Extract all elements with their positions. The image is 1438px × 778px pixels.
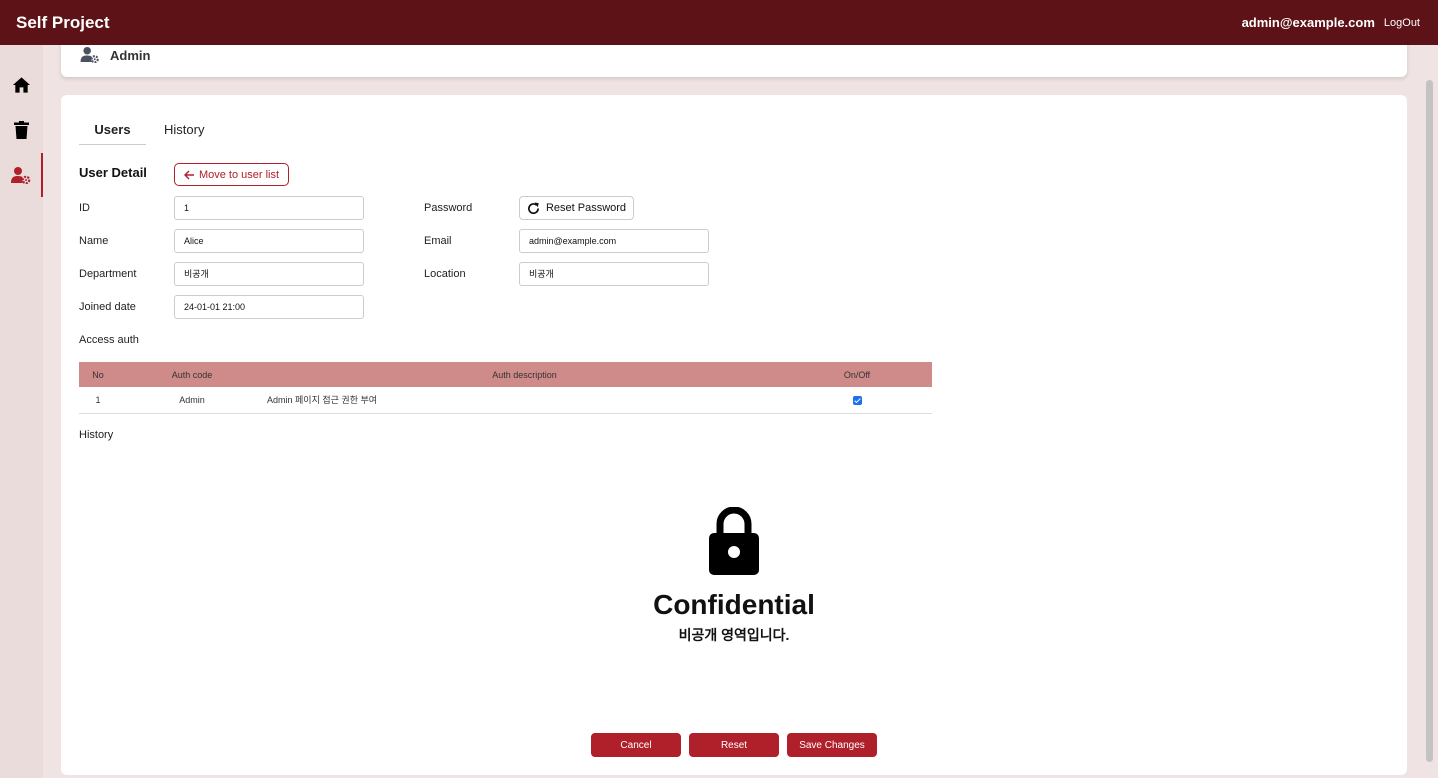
column-header-on-off: On/Off: [782, 362, 932, 387]
reset-button[interactable]: Reset: [689, 733, 779, 757]
tab-users[interactable]: Users: [79, 121, 146, 145]
confidential-subtitle: 비공개 영역입니다.: [678, 627, 790, 643]
refresh-icon: [528, 201, 539, 214]
user-detail-title: User Detail: [79, 165, 147, 180]
cell-auth-code: Admin: [117, 387, 267, 414]
user-email: admin@example.com: [1241, 15, 1375, 30]
cancel-button[interactable]: Cancel: [591, 733, 681, 757]
move-to-user-list-button[interactable]: Move to user list: [174, 163, 289, 186]
password-label: Password: [424, 202, 473, 214]
confidential-title: Confidential: [653, 589, 815, 620]
name-field[interactable]: Alice: [174, 229, 364, 253]
history-title: History: [79, 429, 114, 441]
cell-no: 1: [79, 387, 117, 414]
page-scrollbar[interactable]: [1424, 78, 1434, 764]
department-field[interactable]: 비공개: [174, 262, 364, 286]
reset-password-button[interactable]: Reset Password: [519, 196, 634, 220]
table-row: 1 Admin Admin 페이지 접근 권한 부여: [79, 387, 932, 414]
confidential-panel: Confidential 비공개 영역입니다.: [61, 507, 1407, 645]
sidebar-item-admin[interactable]: [0, 153, 43, 197]
save-changes-button[interactable]: Save Changes: [787, 733, 877, 757]
sidebar-item-home[interactable]: [0, 63, 43, 107]
column-header-auth-description: Auth description: [267, 362, 782, 387]
access-auth-table: No Auth code Auth description On/Off 1 A…: [79, 362, 932, 414]
app-title: Self Project: [16, 12, 110, 32]
column-header-auth-code: Auth code: [117, 362, 267, 387]
table-header-row: No Auth code Auth description On/Off: [79, 362, 932, 387]
joined-date-field[interactable]: 24-01-01 21:00: [174, 295, 364, 319]
user-gear-icon: [10, 167, 30, 184]
location-field[interactable]: 비공개: [519, 262, 709, 286]
scrollbar-thumb[interactable]: [1426, 80, 1433, 762]
auth-toggle-checkbox[interactable]: [852, 395, 862, 405]
department-label: Department: [79, 268, 137, 280]
id-field[interactable]: 1: [174, 196, 364, 220]
move-to-user-list-label: Move to user list: [198, 168, 280, 181]
email-label: Email: [424, 235, 452, 247]
user-area: admin@example.com LogOut: [1242, 15, 1420, 30]
name-label: Name: [79, 235, 109, 247]
access-auth-title: Access auth: [79, 334, 139, 346]
home-icon: [12, 77, 31, 93]
action-buttons: Cancel Reset Save Changes: [591, 733, 877, 757]
user-gear-icon: [80, 46, 99, 63]
page-title: Admin: [110, 48, 151, 63]
cell-auth-description: Admin 페이지 접근 권한 부여: [267, 387, 782, 414]
column-header-no: No: [79, 362, 117, 387]
main-content: Users History User Detail Move to user l…: [61, 95, 1407, 775]
arrow-left-icon: [183, 170, 194, 179]
location-label: Location: [424, 268, 466, 280]
tab-bar: Users History: [79, 121, 222, 145]
joined-date-label: Joined date: [79, 301, 136, 313]
id-label: ID: [79, 202, 90, 214]
top-bar: Self Project admin@example.com LogOut: [0, 0, 1438, 45]
cell-on-off: [782, 387, 932, 414]
reset-password-label: Reset Password: [545, 202, 627, 214]
sidebar: [0, 45, 43, 778]
logout-link[interactable]: LogOut: [1384, 17, 1420, 29]
email-field[interactable]: admin@example.com: [519, 229, 709, 253]
sidebar-item-trash[interactable]: [0, 108, 43, 152]
lock-icon: [709, 507, 759, 575]
tab-history[interactable]: History: [146, 121, 222, 145]
trash-icon: [14, 121, 29, 139]
